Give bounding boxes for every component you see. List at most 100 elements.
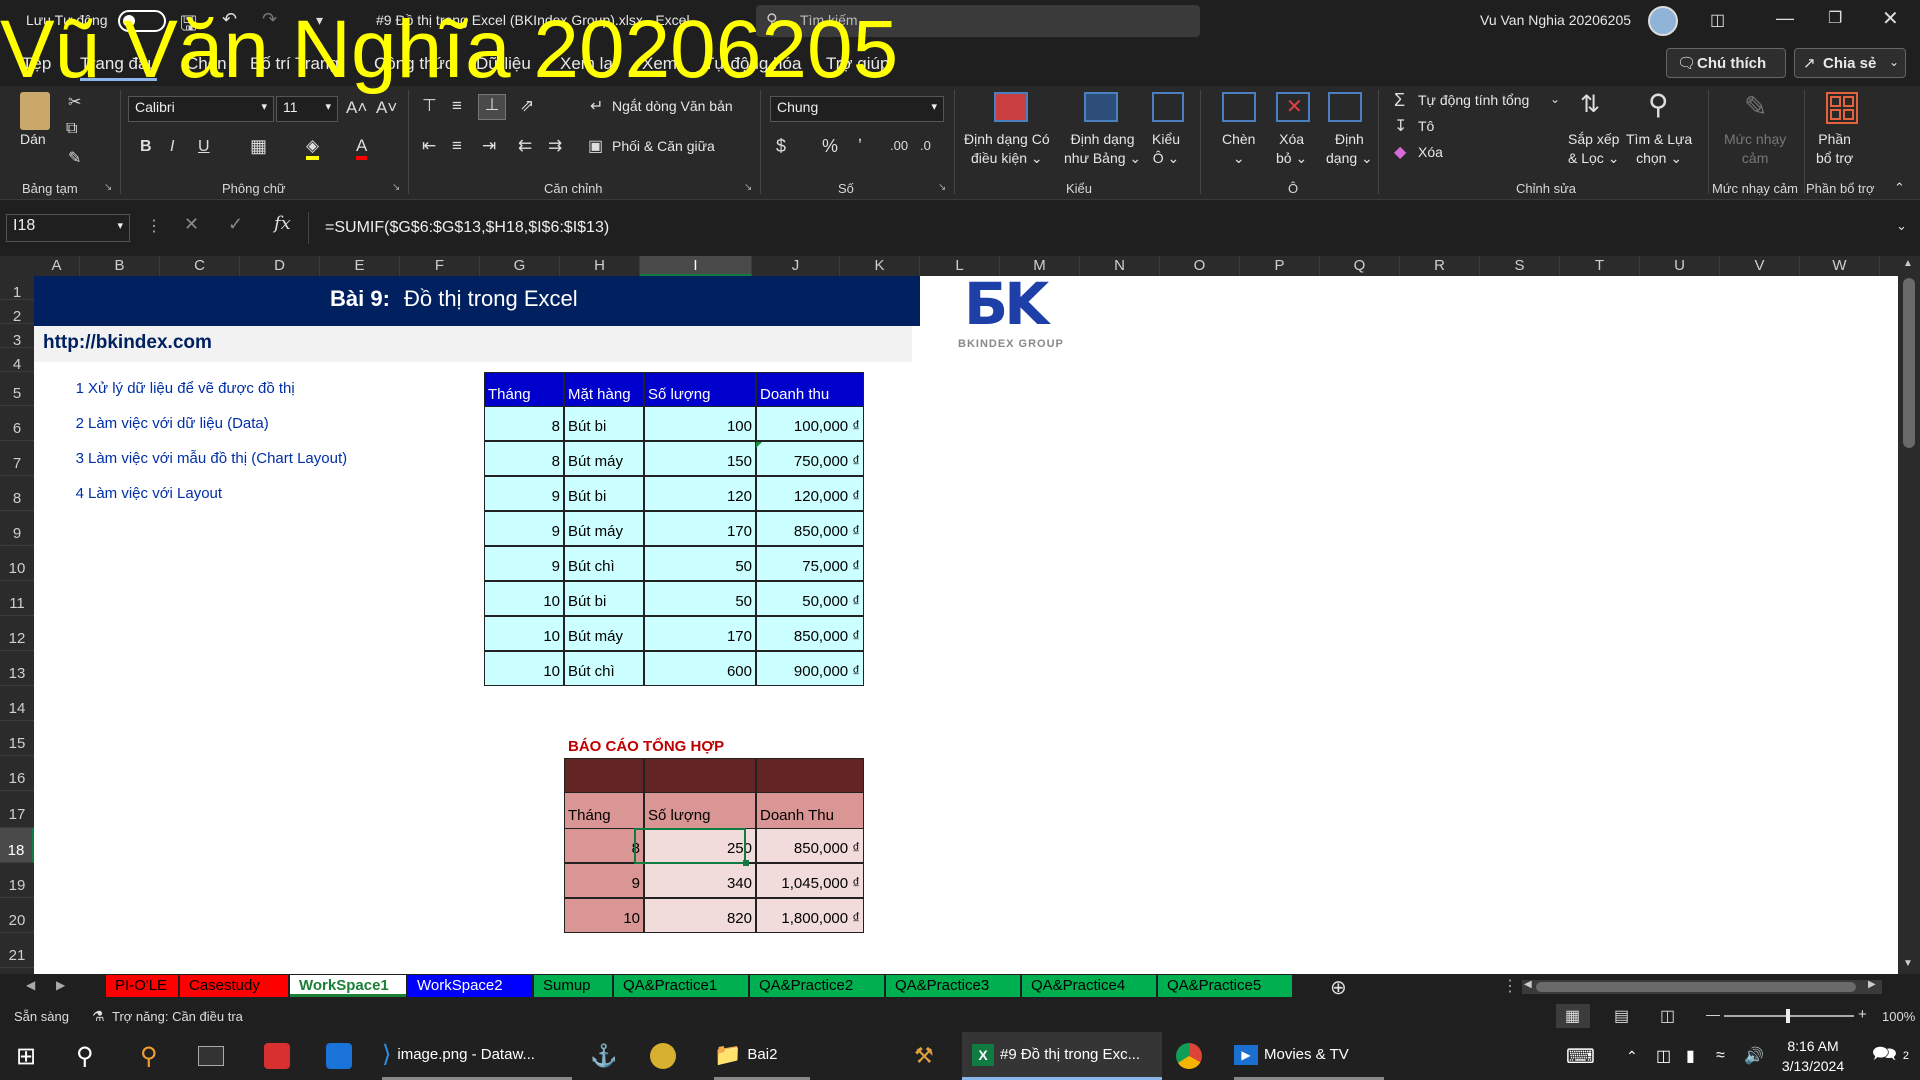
row-header-19[interactable]: 19 — [0, 863, 34, 898]
tray-device-icon[interactable]: ◫ — [1656, 1032, 1671, 1080]
sheet-tab[interactable]: Casestudy — [180, 975, 288, 997]
column-header-a[interactable]: A — [34, 256, 80, 276]
align-left-icon[interactable]: ⇤ — [422, 136, 436, 156]
expand-formula-icon[interactable]: ⌄ — [1896, 218, 1907, 234]
docker-icon[interactable]: ⚓ — [590, 1032, 617, 1080]
dialog-launcher-icon[interactable]: ↘ — [938, 182, 946, 193]
data-table-cell[interactable]: Bút máy — [564, 441, 644, 476]
autosave-toggle[interactable] — [118, 10, 166, 32]
zoom-slider[interactable] — [1724, 1009, 1854, 1023]
tab-view[interactable]: Xem — [642, 54, 677, 74]
currency-icon[interactable]: $ — [776, 136, 786, 157]
row-header-21[interactable]: 21 — [0, 933, 34, 968]
sheet-tab[interactable]: WorkSpace2 — [408, 975, 532, 997]
data-table-cell[interactable]: Bút bi — [564, 406, 644, 441]
shrink-font-icon[interactable]: A˅ — [376, 98, 397, 118]
bold-icon[interactable]: B — [140, 138, 152, 156]
row-header-3[interactable]: 3 — [0, 324, 34, 349]
decrease-indent-icon[interactable]: ⇇ — [518, 136, 532, 156]
row-header-6[interactable]: 6 — [0, 406, 34, 441]
row-header-12[interactable]: 12 — [0, 616, 34, 651]
cancel-icon[interactable]: ✕ — [184, 214, 199, 235]
search-app-icon[interactable]: ⚲ — [140, 1032, 158, 1080]
collapse-ribbon-icon[interactable]: ⌃ — [1894, 180, 1905, 196]
formula-input[interactable]: =SUMIF($G$6:$G$13,$H18,$I$6:$I$13) — [308, 212, 1884, 244]
report-cell[interactable]: 1,045,000 ₫ — [756, 863, 864, 898]
save-icon[interactable]: 🖫 — [180, 9, 197, 43]
underline-icon[interactable]: U — [198, 138, 210, 156]
column-header-b[interactable]: B — [80, 256, 160, 276]
data-table-cell[interactable]: Bút chì — [564, 651, 644, 686]
website-link[interactable]: http://bkindex.com — [43, 332, 212, 354]
report-cell[interactable]: 250 — [644, 828, 756, 863]
column-header-n[interactable]: N — [1080, 256, 1160, 276]
decrease-decimal-icon[interactable]: .0 — [920, 138, 931, 153]
data-table-cell[interactable]: 50 — [644, 546, 756, 581]
report-cell[interactable]: 1,800,000 ₫ — [756, 898, 864, 933]
column-header-u[interactable]: U — [1640, 256, 1720, 276]
increase-decimal-icon[interactable]: .00 — [890, 138, 908, 153]
column-header-r[interactable]: R — [1400, 256, 1480, 276]
scroll-right-icon[interactable]: ▶ — [1868, 979, 1876, 990]
align-bottom-icon[interactable]: ⊥ — [478, 94, 506, 120]
redo-icon[interactable]: ↷ — [262, 9, 277, 30]
font-size-select[interactable]: 11 ▾ — [276, 96, 338, 122]
data-table-cell[interactable]: Bút máy — [564, 616, 644, 651]
user-name[interactable]: Vu Van Nghia 20206205 — [1480, 12, 1631, 28]
dialog-launcher-icon[interactable]: ↘ — [392, 182, 400, 193]
data-table-cell[interactable]: 100,000 ₫ — [756, 406, 864, 441]
tab-home[interactable]: Trang đầu — [80, 54, 157, 81]
row-header-1[interactable]: 1 — [0, 276, 34, 301]
column-header-f[interactable]: F — [400, 256, 480, 276]
increase-indent-icon[interactable]: ⇉ — [548, 136, 562, 156]
tab-data[interactable]: Dữ liệu — [476, 54, 531, 74]
dialog-launcher-icon[interactable]: ↘ — [104, 182, 112, 193]
data-table-cell[interactable]: 50 — [644, 581, 756, 616]
taskbar-movies[interactable]: ▶ Movies & TV — [1234, 1032, 1384, 1080]
cell-styles-button[interactable]: Kiểu Ô ⌄ — [1152, 130, 1180, 168]
tab-automate[interactable]: Tự động hóa — [704, 54, 801, 74]
column-header-w[interactable]: W — [1800, 256, 1880, 276]
tools-icon[interactable]: ⚒ — [914, 1032, 934, 1080]
sheet-tab[interactable]: WorkSpace1 — [290, 975, 406, 997]
zoom-level[interactable]: 100% — [1882, 1009, 1915, 1024]
add-sheet-icon[interactable]: ⊕ — [1330, 975, 1347, 1000]
data-table-cell[interactable]: Bút chì — [564, 546, 644, 581]
wifi-icon[interactable]: ≈ — [1716, 1032, 1725, 1080]
tab-page-layout[interactable]: Bố trí Trang — [250, 54, 339, 74]
data-table-cell[interactable]: 120 — [644, 476, 756, 511]
data-table-cell[interactable]: Bút bi — [564, 476, 644, 511]
find-select-button[interactable]: Tìm & Lựa chọn ⌄ — [1626, 130, 1692, 168]
notification-icon[interactable]: 🗪 2 — [1872, 1032, 1909, 1080]
page-layout-view-icon[interactable]: ▤ — [1614, 1006, 1629, 1026]
tab-insert[interactable]: Chèn — [186, 54, 227, 74]
clock[interactable]: 8:16 AM 3/13/2024 — [1768, 1036, 1858, 1076]
row-header-9[interactable]: 9 — [0, 511, 34, 546]
column-header-o[interactable]: O — [1160, 256, 1240, 276]
vertical-scrollbar[interactable]: ▲ ▼ — [1898, 256, 1920, 974]
keyboard-icon[interactable]: ⌨ — [1566, 1032, 1595, 1080]
report-cell[interactable]: 8 — [564, 828, 644, 863]
align-middle-icon[interactable]: ≡ — [452, 96, 462, 116]
horizontal-scrollbar[interactable]: ◀ ▶ — [1522, 979, 1882, 994]
minimize-icon[interactable]: — — [1776, 8, 1794, 29]
column-header-j[interactable]: J — [752, 256, 840, 276]
sheet-tab[interactable]: PI-O'LE — [106, 975, 178, 997]
row-header-13[interactable]: 13 — [0, 651, 34, 686]
chrome-icon[interactable] — [1176, 1032, 1202, 1080]
row-header-10[interactable]: 10 — [0, 546, 34, 581]
cut-icon[interactable]: ✂ — [68, 92, 81, 112]
font-name-select[interactable]: Calibri ▾ — [128, 96, 274, 122]
align-right-icon[interactable]: ⇥ — [482, 136, 496, 156]
sort-filter-button[interactable]: Sắp xếp & Lọc ⌄ — [1568, 130, 1619, 168]
column-header-c[interactable]: C — [160, 256, 240, 276]
paste-button[interactable]: Dán — [20, 130, 46, 149]
taskbar-folder[interactable]: 📁 Bai2 — [714, 1032, 810, 1080]
column-header-k[interactable]: K — [840, 256, 920, 276]
data-table-cell[interactable]: 8 — [484, 441, 564, 476]
app-yellow-icon[interactable] — [650, 1032, 676, 1080]
app-blue-icon[interactable] — [326, 1032, 352, 1080]
data-table-cell[interactable]: 150 — [644, 441, 756, 476]
search-box[interactable]: ⚲ Tìm kiếm — [756, 5, 1200, 37]
insert-function-icon[interactable]: fx — [274, 213, 291, 234]
